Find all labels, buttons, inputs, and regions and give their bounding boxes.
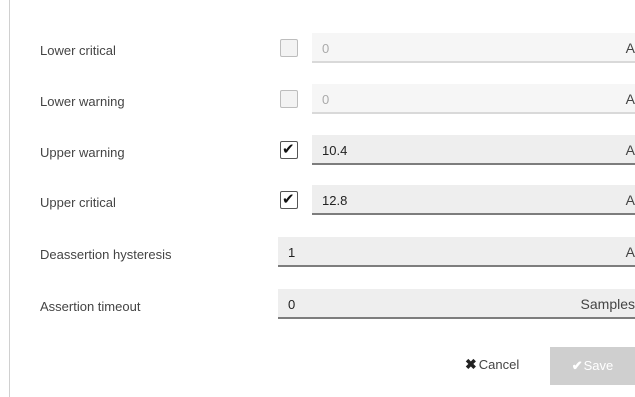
deassertion-hysteresis-value: 1 — [288, 245, 296, 260]
lower-warning-value: 0 — [322, 92, 330, 107]
checkmark-icon: ✔ — [282, 141, 295, 158]
upper-warning-unit: A — [612, 135, 635, 165]
lower-critical-checkbox[interactable] — [280, 39, 298, 57]
lower-warning-unit-text: A — [625, 91, 635, 107]
cancel-label: Cancel — [478, 357, 520, 372]
deassertion-hysteresis-label: Deassertion hysteresis — [40, 247, 172, 262]
upper-critical-unit-text: A — [625, 192, 635, 208]
deassertion-hysteresis-input[interactable]: 1 — [278, 237, 612, 267]
upper-warning-value: 10.4 — [322, 143, 348, 158]
assertion-timeout-label: Assertion timeout — [40, 299, 141, 314]
upper-critical-checkbox[interactable]: ✔ — [280, 191, 298, 209]
lower-warning-unit: A — [612, 84, 635, 114]
lower-critical-input[interactable]: 0 — [312, 33, 612, 63]
lower-critical-unit-text: A — [625, 40, 635, 56]
deassertion-hysteresis-unit: A — [612, 237, 635, 267]
save-label: Save — [583, 358, 614, 373]
save-button[interactable]: ✔Save — [550, 347, 635, 385]
lower-warning-label: Lower warning — [40, 94, 125, 109]
upper-critical-unit: A — [612, 185, 635, 215]
deassertion-hysteresis-unit-text: A — [625, 244, 635, 260]
threshold-row-lower-warning: Lower warning 0 A — [0, 84, 635, 124]
upper-critical-label: Upper critical — [40, 195, 116, 210]
upper-warning-unit-text: A — [625, 142, 635, 158]
threshold-row-upper-warning: Upper warning ✔ 10.4 A — [0, 135, 635, 175]
lower-critical-value: 0 — [322, 41, 330, 56]
upper-warning-input[interactable]: 10.4 — [312, 135, 612, 165]
assertion-timeout-unit: Samples — [565, 289, 635, 319]
threshold-row-assertion-timeout: Assertion timeout 0 Samples — [0, 289, 635, 329]
cancel-button[interactable]: ✖ Cancel — [465, 356, 519, 373]
assertion-timeout-unit-text: Samples — [580, 296, 635, 312]
threshold-row-lower-critical: Lower critical 0 A — [0, 33, 635, 73]
checkmark-icon: ✔ — [282, 191, 295, 208]
lower-warning-checkbox[interactable] — [280, 90, 298, 108]
checkmark-icon: ✔ — [571, 358, 583, 373]
upper-critical-input[interactable]: 12.8 — [312, 185, 612, 215]
assertion-timeout-value: 0 — [288, 297, 296, 312]
assertion-timeout-input[interactable]: 0 — [278, 289, 565, 319]
threshold-row-deassertion-hysteresis: Deassertion hysteresis 1 A — [0, 237, 635, 277]
lower-warning-input[interactable]: 0 — [312, 84, 612, 114]
threshold-row-upper-critical: Upper critical ✔ 12.8 A — [0, 185, 635, 225]
upper-critical-value: 12.8 — [322, 193, 348, 208]
lower-critical-unit: A — [612, 33, 635, 63]
close-icon: ✖ — [465, 356, 477, 372]
upper-warning-checkbox[interactable]: ✔ — [280, 141, 298, 159]
upper-warning-label: Upper warning — [40, 145, 125, 160]
lower-critical-label: Lower critical — [40, 43, 116, 58]
